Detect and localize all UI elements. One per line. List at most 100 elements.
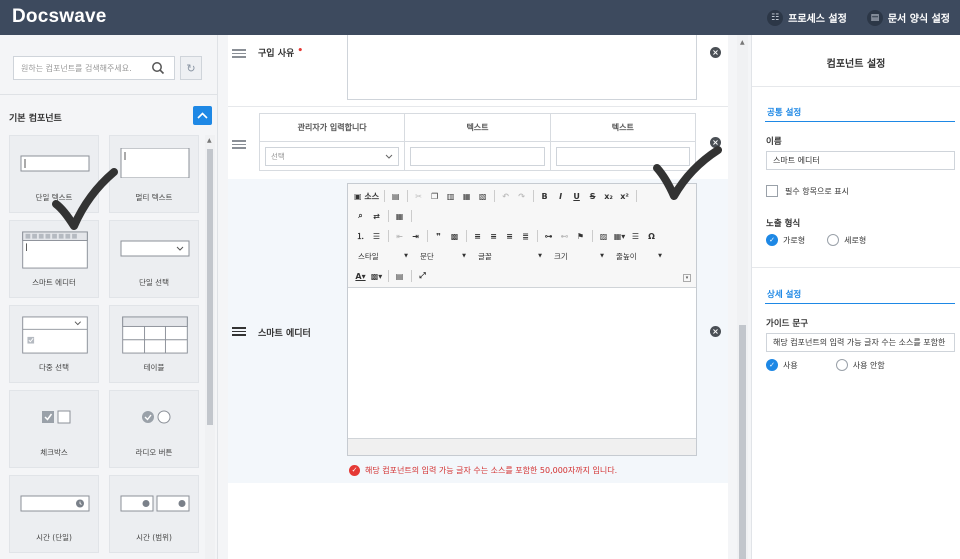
required-checkbox[interactable]: 필수 항목으로 표시 <box>766 185 849 197</box>
refresh-button[interactable]: ↻ <box>180 56 202 80</box>
outdent-icon[interactable]: ⇤ <box>393 229 406 243</box>
radio-not-use[interactable]: 사용 안함 <box>835 359 885 371</box>
collapse-button[interactable] <box>193 106 212 125</box>
paste-icon[interactable]: ▥ <box>444 189 457 203</box>
select-placeholder: 선택 <box>271 151 285 161</box>
component-search <box>13 56 175 80</box>
component-card[interactable]: 단일 선택 <box>109 220 199 298</box>
table-icon <box>122 316 188 354</box>
combo-label: 크기 <box>554 251 568 261</box>
guide-text-field[interactable] <box>766 333 955 352</box>
source-button[interactable]: ▣ 소스 <box>354 189 379 203</box>
scroll-up-icon[interactable]: ▲ <box>740 39 745 46</box>
table-text-input[interactable] <box>410 146 545 166</box>
drag-handle-icon[interactable] <box>232 327 246 336</box>
underline-icon[interactable]: U <box>570 189 583 203</box>
paragraph-combo[interactable]: 문단 ▼ <box>416 249 468 263</box>
display-format-radios: ✓ 가로형 세로형 <box>766 234 866 246</box>
remove-icon[interactable]: × <box>710 47 721 58</box>
component-card[interactable]: 체크박스 <box>9 390 99 468</box>
radio-horizontal[interactable]: ✓ 가로형 <box>766 234 805 246</box>
component-card[interactable]: 시간 (범위) <box>109 475 199 553</box>
special-char-icon[interactable]: Ω <box>645 229 658 243</box>
bg-color-icon[interactable]: ▩▾ <box>370 269 383 283</box>
scroll-thumb[interactable] <box>207 149 213 425</box>
refresh-icon: ↻ <box>186 61 196 75</box>
cut-icon[interactable]: ✂ <box>412 189 425 203</box>
component-card[interactable]: 멀티 텍스트 <box>109 135 199 213</box>
component-label: 단일 선택 <box>139 278 169 287</box>
preview-icon[interactable]: ▤ <box>389 189 402 203</box>
checkbox-box[interactable] <box>766 185 778 197</box>
canvas-scrollbar[interactable]: ▲ <box>737 35 748 559</box>
scroll-up-icon[interactable]: ▲ <box>207 137 212 144</box>
align-right-icon[interactable]: ≡ <box>503 229 516 243</box>
blockquote-icon[interactable]: ❞ <box>432 229 445 243</box>
editor-content-area[interactable] <box>348 289 696 439</box>
paste-word-icon[interactable]: ▧ <box>476 189 489 203</box>
numbered-list-icon[interactable]: ⒈ <box>354 229 367 243</box>
search-input[interactable] <box>21 63 149 73</box>
remove-icon[interactable]: × <box>710 326 721 337</box>
table-insert-icon[interactable]: ▦▾ <box>613 229 626 243</box>
div-container-icon[interactable]: ▩ <box>448 229 461 243</box>
toolbar-separator <box>411 210 412 222</box>
component-card[interactable]: 다중 선택 <box>9 305 99 383</box>
collapse-toolbar-icon[interactable]: ▾ <box>683 274 691 282</box>
palette-scrollbar[interactable]: ▲ <box>205 135 215 559</box>
purchase-reason-textarea[interactable] <box>347 35 697 100</box>
subscript-icon[interactable]: x₂ <box>602 189 615 203</box>
image-icon[interactable]: ▨ <box>597 229 610 243</box>
text-color-icon[interactable]: A▾ <box>354 269 367 283</box>
top-header: Docswave ☷ 프로세스 설정 ▤ 문서 양식 설정 <box>0 0 960 35</box>
font-combo[interactable]: 글꼴 ▼ <box>474 249 544 263</box>
toolbar-row: ⌕ ⇄ ▦ <box>354 207 416 225</box>
app-logo[interactable]: Docswave <box>12 6 107 28</box>
align-center-icon[interactable]: ≡ <box>487 229 500 243</box>
radio-use[interactable]: ✓ 사용 <box>766 359 798 371</box>
toolbar-separator <box>537 230 538 242</box>
scroll-thumb[interactable] <box>739 325 746 559</box>
anchor-icon[interactable]: ⚑ <box>574 229 587 243</box>
bullet-list-icon[interactable]: ☰ <box>370 229 383 243</box>
maximize-icon[interactable]: ⤢ <box>416 269 429 283</box>
drag-handle-icon[interactable] <box>232 140 246 149</box>
unlink-icon[interactable]: ⊷ <box>558 229 571 243</box>
strikethrough-icon[interactable]: S <box>586 189 599 203</box>
undo-icon[interactable]: ↶ <box>499 189 512 203</box>
component-label: 테이블 <box>143 363 165 372</box>
divider <box>752 267 960 268</box>
replace-icon[interactable]: ⇄ <box>370 209 383 223</box>
component-card[interactable]: 스마트 에디터 <box>9 220 99 298</box>
superscript-icon[interactable]: x² <box>618 189 631 203</box>
style-combo[interactable]: 스타일 ▼ <box>354 249 410 263</box>
horizontal-rule-icon[interactable]: ☰ <box>629 229 642 243</box>
find-icon[interactable]: ⌕ <box>354 209 367 223</box>
align-justify-icon[interactable]: ≣ <box>519 229 532 243</box>
component-card[interactable]: 라디오 버튼 <box>109 390 199 468</box>
select-all-icon[interactable]: ▦ <box>393 209 406 223</box>
table-select[interactable]: 선택 <box>265 146 400 166</box>
toolbar-row: ▣ 소스 ▤ ✂ ❐ ▥ ▦ ▧ ↶ ↷ B I U S x₂ x² <box>354 187 641 205</box>
bold-icon[interactable]: B <box>538 189 551 203</box>
component-card[interactable]: 테이블 <box>109 305 199 383</box>
show-blocks-icon[interactable]: ▤ <box>393 269 406 283</box>
indent-icon[interactable]: ⇥ <box>409 229 422 243</box>
radio-vertical[interactable]: 세로형 <box>827 234 866 246</box>
align-left-icon[interactable]: ≡ <box>471 229 484 243</box>
name-field[interactable] <box>766 151 955 170</box>
chevron-down-icon: ▼ <box>538 253 542 259</box>
line-height-combo[interactable]: 줄높이 ▼ <box>612 249 664 263</box>
combo-label: 글꼴 <box>478 251 492 261</box>
size-combo[interactable]: 크기 ▼ <box>550 249 606 263</box>
link-icon[interactable]: ⊶ <box>542 229 555 243</box>
component-card[interactable]: 시간 (단일) <box>9 475 99 553</box>
nav-process-settings[interactable]: ☷ 프로세스 설정 <box>767 0 851 35</box>
italic-icon[interactable]: I <box>554 189 567 203</box>
paste-text-icon[interactable]: ▦ <box>460 189 473 203</box>
redo-icon[interactable]: ↷ <box>515 189 528 203</box>
nav-document-form-settings[interactable]: ▤ 문서 양식 설정 <box>866 0 954 35</box>
search-icon[interactable] <box>151 61 165 75</box>
drag-handle-icon[interactable] <box>232 49 246 58</box>
copy-icon[interactable]: ❐ <box>428 189 441 203</box>
